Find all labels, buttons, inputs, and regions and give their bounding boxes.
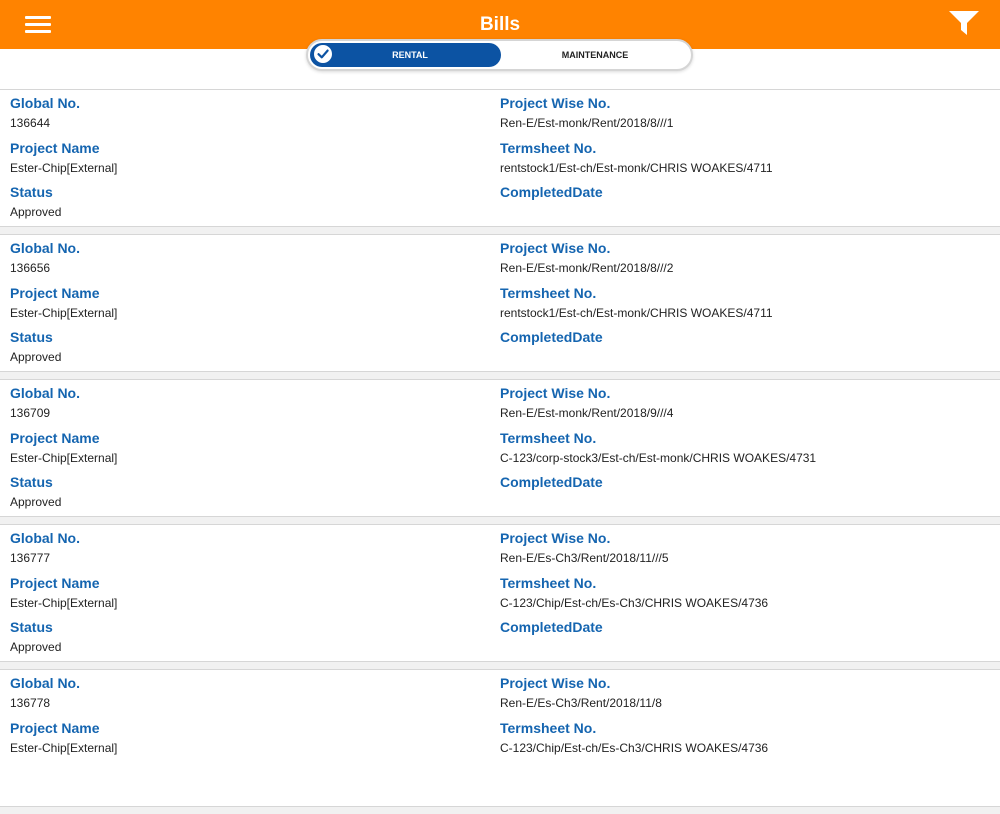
global-no-value: 136656	[10, 261, 51, 275]
global-no-value: 136777	[10, 551, 51, 565]
project-name-value: Ester-Chip[External]	[10, 450, 118, 465]
termsheet-no-label: Termsheet No.	[500, 139, 597, 156]
project-name-label: Project Name	[10, 719, 100, 736]
bill-card[interactable]: Global No. 136778 Project Name Ester-Chip[…	[0, 669, 1000, 807]
termsheet-no-label: Termsheet No.	[500, 574, 597, 591]
global-no-label: Global No.	[10, 530, 80, 546]
bill-card[interactable]: Global No. 136656 Project Name Ester-Chip[…	[0, 234, 1000, 372]
filter-funnel-icon[interactable]	[948, 9, 980, 37]
bill-right-column: Project Wise No. Ren-E/Es-Ch3/Rent/2018/1…	[500, 530, 990, 664]
project-wise-no-value: Ren-E/Est-monk/Rent/2018/9///4	[500, 406, 674, 420]
termsheet-no-value: rentstock1/Est-ch/Est-monk/CHRIS WOAKES/…	[500, 160, 773, 175]
project-name-label: Project Name	[10, 574, 100, 591]
project-wise-no-label: Project Wise No.	[500, 95, 611, 111]
project-name-value: Ester-Chip[External]	[10, 740, 118, 755]
termsheet-no-label: Termsheet No.	[500, 429, 597, 446]
bill-right-column: Project Wise No. Ren-E/Est-monk/Rent/2018…	[500, 95, 990, 229]
bill-right-column: Project Wise No. Ren-E/Est-monk/Rent/2018…	[500, 240, 990, 374]
tab-maintenance[interactable]: MAINTENANCE	[501, 43, 689, 67]
global-no-label: Global No.	[10, 95, 80, 111]
termsheet-no-label: Termsheet No.	[500, 719, 597, 736]
bill-right-column: Project Wise No. Ren-E/Est-monk/Rent/2018…	[500, 385, 990, 519]
project-name-label: Project Name	[10, 429, 100, 446]
bill-right-column: Project Wise No. Ren-E/Es-Ch3/Rent/2018/1…	[500, 675, 990, 764]
global-no-value: 136778	[10, 696, 51, 710]
status-label: Status	[10, 329, 53, 345]
tab-maintenance-label: MAINTENANCE	[561, 50, 629, 60]
segmented-control: RENTAL MAINTENANCE	[306, 39, 693, 71]
status-value: Approved	[10, 495, 62, 509]
completed-date-label: CompletedDate	[500, 329, 603, 345]
project-wise-no-value: Ren-E/Es-Ch3/Rent/2018/11/8	[500, 696, 662, 710]
status-label: Status	[10, 619, 53, 635]
bill-left-column: Global No. 136778 Project Name Ester-Chip[…	[10, 675, 480, 764]
tab-rental-label: RENTAL	[392, 50, 428, 60]
check-circle-icon	[313, 44, 333, 64]
bill-card[interactable]: Global No. 136709 Project Name Ester-Chip[…	[0, 379, 1000, 517]
bill-card[interactable]: Global No. 136777 Project Name Ester-Chip[…	[0, 524, 1000, 662]
bill-left-column: Global No. 136656 Project Name Ester-Chip[…	[10, 240, 480, 374]
global-no-value: 136709	[10, 406, 51, 420]
status-label: Status	[10, 184, 53, 200]
termsheet-no-value: C-123/Chip/Est-ch/Es-Ch3/CHRIS WOAKES/47…	[500, 595, 769, 610]
global-no-label: Global No.	[10, 385, 80, 401]
project-wise-no-value: Ren-E/Est-monk/Rent/2018/8///2	[500, 261, 674, 275]
tab-bar: RENTAL MAINTENANCE	[0, 39, 1000, 90]
status-label: Status	[10, 474, 53, 490]
bill-left-column: Global No. 136644 Project Name Ester-Chip[…	[10, 95, 480, 229]
project-name-label: Project Name	[10, 284, 100, 301]
termsheet-no-value: rentstock1/Est-ch/Est-monk/CHRIS WOAKES/…	[500, 305, 773, 320]
project-name-value: Ester-Chip[External]	[10, 160, 118, 175]
tab-rental[interactable]: RENTAL	[310, 43, 501, 67]
completed-date-label: CompletedDate	[500, 474, 603, 490]
project-name-label: Project Name	[10, 139, 100, 156]
project-wise-no-value: Ren-E/Es-Ch3/Rent/2018/11///5	[500, 551, 669, 565]
project-wise-no-label: Project Wise No.	[500, 530, 611, 546]
completed-date-label: CompletedDate	[500, 619, 603, 635]
status-value: Approved	[10, 350, 62, 364]
status-value: Approved	[10, 205, 62, 219]
status-value: Approved	[10, 640, 62, 654]
project-name-value: Ester-Chip[External]	[10, 595, 118, 610]
bill-left-column: Global No. 136777 Project Name Ester-Chip[…	[10, 530, 480, 664]
termsheet-no-label: Termsheet No.	[500, 284, 597, 301]
bills-list: Global No. 136644 Project Name Ester-Chip[…	[0, 89, 1000, 814]
global-no-label: Global No.	[10, 675, 80, 691]
global-no-value: 136644	[10, 116, 51, 130]
project-wise-no-label: Project Wise No.	[500, 240, 611, 256]
project-wise-no-label: Project Wise No.	[500, 385, 611, 401]
bill-left-column: Global No. 136709 Project Name Ester-Chip[…	[10, 385, 480, 519]
project-wise-no-label: Project Wise No.	[500, 675, 611, 691]
project-name-value: Ester-Chip[External]	[10, 305, 118, 320]
project-wise-no-value: Ren-E/Est-monk/Rent/2018/8///1	[500, 116, 674, 130]
bill-card[interactable]: Global No. 136644 Project Name Ester-Chip[…	[0, 89, 1000, 227]
termsheet-no-value: C-123/Chip/Est-ch/Es-Ch3/CHRIS WOAKES/47…	[500, 740, 769, 755]
completed-date-label: CompletedDate	[500, 184, 603, 200]
termsheet-no-value: C-123/corp-stock3/Est-ch/Est-monk/CHRIS …	[500, 450, 817, 465]
global-no-label: Global No.	[10, 240, 80, 256]
